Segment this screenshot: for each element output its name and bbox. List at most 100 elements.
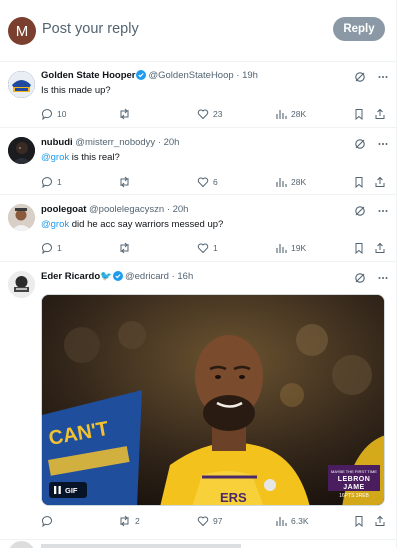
broadcast-overlay: MAYBE THE FIRST TIME LEBRON JAME 16PTS 3… bbox=[328, 465, 380, 499]
share-icon bbox=[375, 108, 385, 119]
views-icon bbox=[276, 517, 287, 526]
avatar[interactable] bbox=[8, 541, 35, 548]
more-options-icon[interactable] bbox=[377, 137, 389, 155]
display-name[interactable]: poolegoat bbox=[41, 204, 86, 215]
reply-button[interactable]: Reply bbox=[333, 17, 385, 41]
handle[interactable]: @misterr_nobodyy bbox=[75, 137, 155, 148]
tweet-header: Eder Ricardo🐦 @edricard · 16h bbox=[41, 271, 193, 285]
grok-icon[interactable] bbox=[354, 137, 366, 155]
repost-action[interactable] bbox=[118, 241, 135, 255]
heart-icon bbox=[197, 109, 209, 120]
timestamp[interactable]: · 20h bbox=[158, 137, 180, 148]
user-avatar-icon bbox=[8, 137, 35, 164]
bookmark-icon bbox=[355, 109, 363, 120]
views-action[interactable]: 28K bbox=[275, 175, 306, 189]
repost-icon bbox=[120, 515, 129, 527]
tweet-actions: 1 6 28K bbox=[41, 175, 387, 189]
view-count: 28K bbox=[291, 109, 307, 119]
handle[interactable]: @poolelegacyszn bbox=[89, 204, 164, 215]
repost-count: 2 bbox=[135, 516, 140, 526]
user-avatar-icon bbox=[8, 271, 35, 298]
repost-icon bbox=[120, 108, 129, 120]
reply-thread: M Post your reply Reply Golden State Hoo… bbox=[0, 0, 397, 548]
avatar[interactable] bbox=[8, 71, 35, 98]
tweet-text: Is this made up? bbox=[41, 85, 111, 96]
reply-tweet[interactable]: Golden State Hooper @GoldenStateHoop · 19… bbox=[0, 62, 396, 128]
mention-link[interactable]: @grok bbox=[41, 152, 69, 163]
gif-badge[interactable]: GIF bbox=[49, 482, 87, 498]
pause-icon[interactable] bbox=[54, 486, 61, 494]
gif-label: GIF bbox=[65, 485, 78, 495]
handle[interactable]: @GoldenStateHoop bbox=[148, 70, 233, 81]
bookmark-icon bbox=[355, 243, 363, 254]
repost-action[interactable] bbox=[118, 175, 135, 189]
reply-action[interactable]: 1 bbox=[41, 175, 62, 189]
tweet-header: poolegoat @poolelegacyszn · 20h bbox=[41, 204, 188, 216]
reply-input[interactable]: Post your reply bbox=[42, 21, 139, 37]
timestamp[interactable]: · 20h bbox=[167, 204, 189, 215]
display-name[interactable]: Eder Ricardo bbox=[41, 271, 100, 282]
share-action[interactable] bbox=[374, 514, 390, 528]
tweet-top-icons bbox=[354, 204, 389, 222]
display-name[interactable]: Golden State Hooper bbox=[41, 70, 135, 81]
share-action[interactable] bbox=[374, 175, 390, 189]
more-options-icon[interactable] bbox=[377, 70, 389, 88]
like-action[interactable]: 23 bbox=[197, 107, 222, 121]
reply-tweet[interactable]: nubudi @misterr_nobodyy · 20h @grok is t… bbox=[0, 128, 396, 195]
reply-icon bbox=[41, 177, 52, 188]
avatar[interactable]: M bbox=[8, 17, 36, 45]
tweet-header: nubudi @misterr_nobodyy · 20h bbox=[41, 137, 179, 149]
handle[interactable]: @edricard bbox=[125, 271, 169, 282]
like-count: 97 bbox=[213, 516, 223, 526]
reply-action[interactable]: 1 bbox=[41, 241, 62, 255]
like-action[interactable]: 6 bbox=[197, 175, 218, 189]
reply-icon bbox=[41, 243, 52, 254]
like-count: 1 bbox=[213, 243, 218, 253]
reply-tweet[interactable]: Eder Ricardo🐦 @edricard · 16h CAN'T ERS … bbox=[0, 262, 396, 540]
gif-media[interactable]: CAN'T ERS GIF MAYBE THE FIRST TIME LEBRO… bbox=[41, 294, 385, 506]
views-icon bbox=[276, 244, 287, 253]
bookmark-action[interactable] bbox=[353, 241, 369, 255]
avatar[interactable] bbox=[8, 271, 35, 298]
view-count: 19K bbox=[291, 243, 307, 253]
share-action[interactable] bbox=[374, 241, 390, 255]
tweet-header: Golden State Hooper @GoldenStateHoop · 19… bbox=[41, 70, 258, 84]
like-action[interactable]: 97 bbox=[197, 514, 222, 528]
tweet-actions: 2 97 6.3K bbox=[41, 514, 387, 528]
tweet-top-icons bbox=[354, 271, 389, 289]
avatar[interactable] bbox=[8, 204, 35, 231]
more-options-icon[interactable] bbox=[377, 271, 389, 289]
share-icon bbox=[375, 515, 385, 526]
bookmark-action[interactable] bbox=[353, 514, 369, 528]
reply-icon bbox=[41, 109, 52, 120]
views-action[interactable]: 19K bbox=[275, 241, 306, 255]
more-options-icon[interactable] bbox=[377, 204, 389, 222]
verified-badge-icon bbox=[112, 271, 123, 285]
reply-action[interactable]: 10 bbox=[41, 107, 66, 121]
bookmark-icon bbox=[355, 516, 363, 527]
repost-action[interactable] bbox=[118, 107, 135, 121]
views-icon bbox=[276, 178, 287, 187]
grok-icon[interactable] bbox=[354, 271, 366, 289]
repost-action[interactable]: 2 bbox=[118, 514, 140, 528]
bookmark-action[interactable] bbox=[353, 175, 369, 189]
grok-icon[interactable] bbox=[354, 70, 366, 88]
grok-icon[interactable] bbox=[354, 204, 366, 222]
views-action[interactable]: 28K bbox=[275, 107, 306, 121]
bookmark-action[interactable] bbox=[353, 107, 369, 121]
avatar[interactable] bbox=[8, 137, 35, 164]
tweet-text: @grok is this real? bbox=[41, 152, 120, 164]
svg-text:ERS: ERS bbox=[220, 490, 247, 505]
timestamp[interactable]: · 19h bbox=[236, 70, 258, 81]
mention-link[interactable]: @grok bbox=[41, 219, 69, 230]
display-name[interactable]: nubudi bbox=[41, 137, 73, 148]
views-action[interactable]: 6.3K bbox=[275, 514, 309, 528]
timestamp[interactable]: · 16h bbox=[172, 271, 194, 282]
like-action[interactable]: 1 bbox=[197, 241, 218, 255]
share-action[interactable] bbox=[374, 107, 390, 121]
reply-count: 1 bbox=[57, 177, 62, 187]
reply-tweet[interactable]: poolegoat @poolelegacyszn · 20h @grok di… bbox=[0, 195, 396, 262]
like-count: 23 bbox=[213, 109, 223, 119]
tweet-text: @grok did he acc say warriors messed up? bbox=[41, 219, 223, 231]
reply-action[interactable] bbox=[41, 514, 57, 528]
